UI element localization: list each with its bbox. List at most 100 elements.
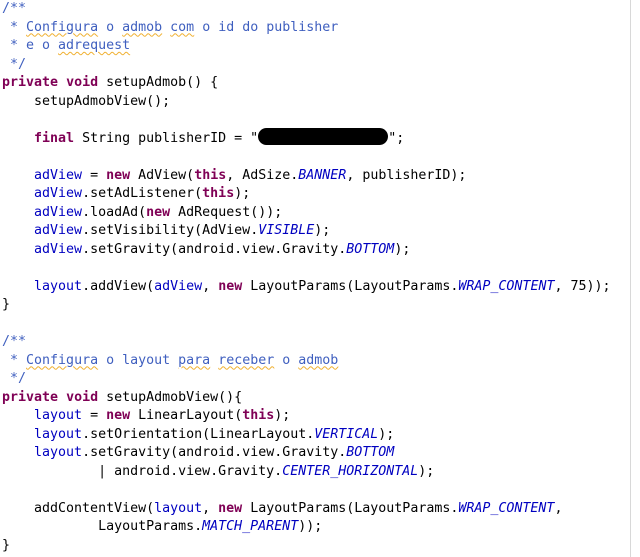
code-token: BOTTOM [346,241,395,257]
code-token: final [34,130,75,146]
code-token: adView [154,278,203,294]
code-token: , publisherID); [346,167,467,183]
code-token: } [2,297,11,312]
code-line: * Configura o admob com o id do publishe… [2,19,338,37]
code-token: private [2,389,59,405]
code-token: )); [298,519,323,534]
spellcheck-word: adrequest [58,38,131,53]
code-token: , [554,500,563,516]
code-token: * [2,352,27,368]
code-token: setupAdmob() { [98,75,219,90]
code-token: layout [34,278,83,294]
code-line: | android.view.Gravity.CENTER_HORIZONTAL… [2,463,434,481]
code-token: LayoutParams. [2,519,203,534]
code-token: /** [2,1,27,16]
code-token: ); [274,408,291,423]
code-token: new [218,278,243,294]
code-token: ); [418,463,435,479]
code-line: } [2,296,10,314]
code-token: .setAdListener( [82,186,203,201]
code-token: this [194,167,227,183]
code-line: layout = new LinearLayout(this); [2,407,290,425]
code-token: o [98,19,123,35]
code-line: final String publisherID = " "; [2,128,405,148]
code-token: adView [34,204,83,220]
code-line: /** [2,333,26,351]
code-token: * [2,19,27,35]
code-token: * e o [2,38,59,53]
code-line: adView.setVisibility(AdView.VISIBLE); [2,222,330,240]
code-line: private void setupAdmob() { [2,74,218,92]
code-line: addContentView(layout, new LayoutParams(… [2,500,562,518]
code-token: layout [154,500,203,516]
code-token: .setVisibility(AdView. [82,223,259,238]
code-token: layout [34,426,83,442]
code-token: ); [378,426,395,442]
code-token: adView [34,223,83,238]
code-line: setupAdmobView(); [2,93,170,111]
code-token: new [106,408,131,423]
code-line: layout.setOrientation(LinearLayout.VERTI… [2,426,394,444]
code-line: private void setupAdmobView(){ [2,389,242,407]
code-token: adView [34,241,83,257]
code-line: adView.loadAd(new AdRequest()); [2,204,282,222]
code-token: MATCH_PARENT [202,519,299,534]
code-token: LinearLayout( [130,408,243,423]
code-token: VERTICAL [314,426,379,442]
code-token: private [2,75,59,90]
code-token: "; [388,130,405,146]
code-token: AdRequest()); [170,204,283,220]
spellcheck-word: receber [218,352,275,368]
code-editor[interactable]: /** * Configura o admob com o id do publ… [0,0,640,557]
code-token: WRAP_CONTENT [458,500,555,516]
code-token: , [202,500,219,516]
spellcheck-word: Configura [26,352,99,368]
code-token: .setOrientation(LinearLayout. [82,426,315,442]
code-token: .addView( [82,278,155,294]
code-token: LayoutParams(LayoutParams. [242,500,459,516]
code-token: BANNER [298,167,347,183]
code-line: adView.setGravity(android.view.Gravity.B… [2,241,410,259]
code-token: ); [394,241,411,257]
code-line: adView = new AdView(this, AdSize.BANNER,… [2,167,466,185]
code-token: addContentView( [2,500,155,516]
code-token: o layout [98,352,179,368]
code-token: new [218,500,243,516]
code-token: o [274,352,299,368]
code-token: BOTTOM [346,445,395,460]
code-token: CENTER_HORIZONTAL [282,463,419,479]
spellcheck-word: admob [298,352,339,368]
spellcheck-word: Configura [26,19,99,35]
code-token: o id do publisher [194,19,339,35]
code-line: adView.setAdListener(this); [2,185,250,203]
code-token: ); [314,223,331,238]
code-token: LayoutParams(LayoutParams. [242,278,459,294]
code-token: */ [2,371,27,386]
code-token: , 75)); [554,278,611,294]
code-token: layout [34,408,83,423]
code-line: /** [2,0,26,18]
code-token: void [66,389,99,405]
code-token: , [202,278,219,294]
spellcheck-word: para [178,352,211,368]
code-token: this [242,408,275,423]
code-token: adView [34,167,83,183]
code-token: setupAdmobView(){ [98,389,243,405]
code-token: layout [34,445,83,460]
redacted-publisher-id [258,128,389,145]
code-line: * e o adrequest [2,37,130,55]
code-token: .loadAd( [82,204,147,220]
code-token: = [82,408,107,423]
